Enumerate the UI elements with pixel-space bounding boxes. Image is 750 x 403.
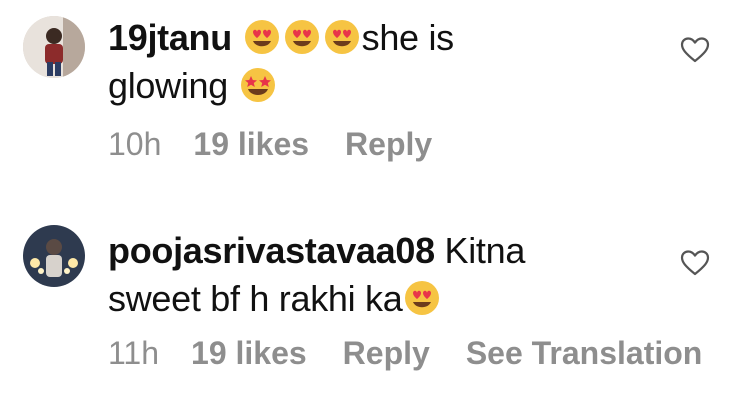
comment-time: 11h xyxy=(108,335,160,371)
comment-meta: 11h 19 likes Reply See Translation xyxy=(108,335,702,372)
comment-username[interactable]: poojasrivastavaa08 xyxy=(108,230,435,271)
comment-item: poojasrivastavaa08 Kitna sweet bf h rakh… xyxy=(0,205,750,403)
heart-eyes-emoji xyxy=(284,19,320,55)
likes-count-button[interactable]: 19 likes xyxy=(191,335,307,372)
comment-text: poojasrivastavaa08 Kitna sweet bf h rakh… xyxy=(108,227,668,323)
avatar[interactable] xyxy=(23,16,85,78)
likes-count-button[interactable]: 19 likes xyxy=(193,126,309,163)
reply-button[interactable]: Reply xyxy=(345,126,432,163)
avatar-image xyxy=(23,16,85,78)
comment-body-line2: glowing xyxy=(108,65,228,106)
comment-body-line2: sweet bf h rakhi ka xyxy=(108,278,403,319)
avatar-image xyxy=(23,225,85,287)
comment-item: 19jtanu she is glowing 10h 19 likes Repl… xyxy=(0,0,750,190)
comment-text: 19jtanu she is glowing xyxy=(108,14,668,110)
heart-eyes-emoji xyxy=(244,19,280,55)
avatar[interactable] xyxy=(23,225,85,287)
comment-body-line1: she is xyxy=(361,17,455,58)
comment-time: 10h xyxy=(108,126,162,162)
heart-eyes-emoji xyxy=(324,19,360,55)
heart-eyes-emoji xyxy=(404,280,440,316)
see-translation-button[interactable]: See Translation xyxy=(466,335,703,372)
heart-outline-icon[interactable] xyxy=(680,36,710,64)
comment-username[interactable]: 19jtanu xyxy=(108,17,232,58)
heart-outline-icon[interactable] xyxy=(680,249,710,277)
reply-button[interactable]: Reply xyxy=(343,335,430,372)
comment-meta: 10h 19 likes Reply xyxy=(108,126,468,163)
comment-body-line1: Kitna xyxy=(444,230,526,271)
star-struck-emoji xyxy=(240,67,276,103)
